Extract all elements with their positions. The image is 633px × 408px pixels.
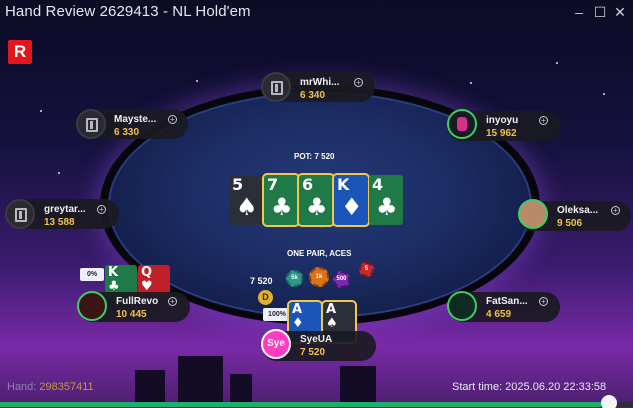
start-time: Start time: 2025.06.20 22:33:58 [452,381,607,393]
club-icon: ♣ [376,193,398,221]
player-stack: 10 445 [116,309,147,320]
empty-avatar [261,72,291,102]
player-name: FatSan... [486,296,528,307]
add-note-icon[interactable]: + [611,206,620,215]
city-silhouette [135,370,165,402]
title-bar: Hand Review 2629413 - NL Hold'em – ☐ ✕ [0,0,633,26]
city-silhouette [340,366,376,402]
pot-label: POT: 7 520 [294,152,335,161]
board-card-2: 7 ♣ [264,175,298,225]
card-rank: K [337,175,350,194]
add-note-icon[interactable]: + [168,297,177,306]
board-card-5: 4 ♣ [369,175,403,225]
player-stack: 6 340 [300,90,326,101]
empty-avatar [5,199,35,229]
card-rank: 5 [232,175,244,194]
board-card-4: K ♦ [334,175,368,225]
chip-500: 500 [333,271,350,288]
equity-badge: 100% [263,308,291,321]
board-card-1: 5 ♠ [229,175,263,225]
door-icon [15,208,27,222]
player-avatar [518,199,548,229]
door-icon [271,81,283,95]
player-name: Oleksa... [557,205,599,216]
city-silhouette [230,374,252,402]
star-decoration [556,62,558,64]
player-name: inyoyu [486,115,519,126]
card-rank: 7 [267,175,279,194]
add-note-icon[interactable]: + [97,205,106,214]
board-card-3: 6 ♣ [299,175,333,225]
diamond-icon: ♦ [292,316,304,331]
diamond-icon: ♦ [341,193,363,221]
card-rank: K [108,265,119,280]
card-rank: A [326,302,337,317]
player-avatar [77,291,107,321]
card-rank: 4 [372,175,384,194]
player-stack: 4 659 [486,309,512,320]
card-rank: Q [141,265,153,280]
player-stack: 7 520 [300,347,326,358]
chip-5: 5 [359,262,374,277]
player-stack: 6 330 [114,127,140,138]
empty-avatar [76,109,106,139]
star-decoration [58,172,60,174]
minimize-icon[interactable]: – [571,4,587,20]
player-stack: 9 506 [557,218,583,229]
chip-5k: 5k [286,270,303,287]
player-avatar [447,109,477,139]
card-rank: A [292,302,303,317]
bet-amount: 7 520 [250,276,273,286]
add-note-icon[interactable]: + [539,116,548,125]
add-note-icon[interactable]: + [539,297,548,306]
star-decoration [470,82,472,84]
player-avatar [447,291,477,321]
star-decoration [40,110,42,112]
star-decoration [196,80,198,82]
hand-number-value: 298357411 [39,381,94,393]
player-stack: 13 588 [44,217,75,228]
add-note-icon[interactable]: + [354,78,363,87]
hero-avatar: Sye [261,329,291,359]
city-silhouette [178,356,223,402]
player-name: Mayste... [114,114,157,125]
hand-result-label: ONE PAIR, ACES [287,249,352,258]
maximize-icon[interactable]: ☐ [592,4,608,20]
player-name: mrWhi... [300,77,340,88]
add-note-icon[interactable]: + [168,115,177,124]
player-name: SyeUA [300,334,333,345]
player-name: greytar... [44,204,86,215]
card-rank: 6 [302,175,314,194]
player-stack: 15 962 [486,128,517,139]
replay-progress-bar[interactable] [0,402,633,407]
chip-1k: 1k [309,267,329,287]
brand-logo: R [8,40,32,64]
close-icon[interactable]: ✕ [612,4,628,20]
dealer-button: D [258,290,273,305]
avatar-figure-icon [457,117,467,131]
hand-label: Hand: [7,381,37,393]
hand-number: Hand: 298357411 [7,381,94,393]
club-icon: ♣ [271,193,293,221]
star-decoration [603,93,605,95]
window-title: Hand Review 2629413 - NL Hold'em [5,3,251,20]
player-name: FullRevo [116,296,159,307]
club-icon: ♣ [306,193,328,221]
spade-icon: ♠ [236,193,258,221]
replay-progress-fill [0,402,602,407]
replay-slider-handle[interactable] [601,395,617,408]
spade-icon: ♠ [326,316,338,331]
equity-badge: 0% [80,268,104,281]
door-icon [86,118,98,132]
